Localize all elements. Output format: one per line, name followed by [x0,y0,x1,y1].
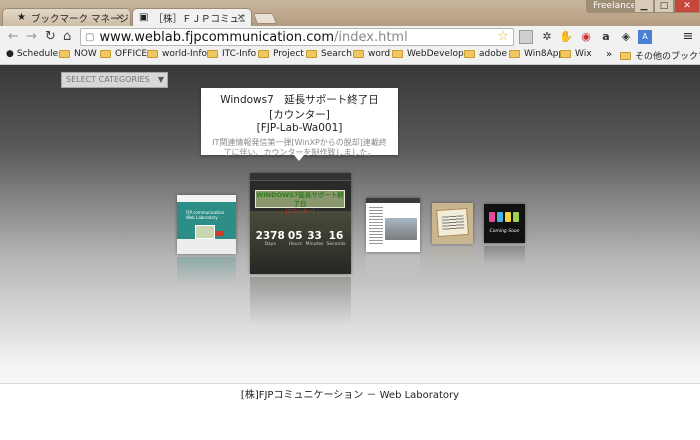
amazon-icon[interactable]: a [599,30,613,44]
bookmark-item[interactable]: ● Schedule [6,49,58,59]
gallery-thumbnail-card[interactable] [432,203,473,244]
thumbnail-banner: WINDOWS7延長サポート終了日 [カウンター] [255,190,345,215]
countdown-days: 2378 Days [255,230,285,247]
page-icon: ▢ [85,31,95,43]
tab-bookmark-manager[interactable]: ★ ブックマーク マネージャ × [2,8,131,26]
folder-icon [353,50,364,58]
tooltip-code: [FJP-Lab-Wa001] [256,122,343,134]
tab-fjp-communication[interactable]: ▣ ［株］ＦＪＰコミュニケーション × [132,8,252,26]
thumbnail-image [385,218,417,240]
extension-icon[interactable]: ✋ [559,30,573,44]
gear-icon[interactable]: ✲ [540,30,554,44]
thumbnail-image [195,225,215,239]
tooltip-description: IT関連情報発信第一弾[WinXPからの脱却]連載終了に伴い、カウンターを制作致… [212,138,387,157]
folder-icon [392,50,403,58]
shield-icon[interactable]: ◈ [619,30,633,44]
folder-icon [464,50,475,58]
bookmark-folder[interactable]: Project [258,49,304,59]
thumbnail-tooltip: Windows7 延長サポート終了日 [カウンター] [FJP-Lab-Wa00… [201,88,398,161]
tooltip-subtitle: [カウンター] [269,109,330,121]
thumbnail-header [250,173,351,181]
bookmark-star-icon[interactable]: ☆ [497,29,509,44]
forward-button[interactable]: → [26,29,37,44]
thumbnail-reflection [432,247,473,265]
folder-icon [207,50,218,58]
countdown-minutes: 33 Minutes [305,230,324,247]
window-titlebar: ★ ブックマーク マネージャ × ▣ ［株］ＦＪＰコミュニケーション × Fre… [0,0,700,26]
bookmark-folder[interactable]: ITC-Info [207,49,256,59]
bookmark-folder[interactable]: Search [306,49,352,59]
thumbnail-reflection [177,257,236,285]
minimize-button[interactable]: ▁ [634,0,654,13]
home-button[interactable]: ⌂ [63,29,71,44]
address-bar[interactable]: ▢ www.weblab.fjpcommunication.com/index.… [80,28,514,46]
bookmark-folder[interactable]: OFFICE [100,49,147,59]
close-icon[interactable]: × [116,12,124,23]
menu-icon[interactable]: ≡ [681,30,695,44]
site-favicon-icon: ▣ [139,12,149,23]
new-tab-button[interactable] [252,13,278,24]
countdown-timer: 2378 Days 05 Hours 33 Minutes 16 Seconds [250,230,351,247]
browser-toolbar: ← → ↻ ⌂ ▢ www.weblab.fjpcommunication.co… [0,26,700,48]
bookmark-folder[interactable]: adobe [464,49,507,59]
apple-icon: ● [6,49,14,59]
folder-icon [620,51,631,60]
reload-button[interactable]: ↻ [45,29,56,44]
page-content: SELECT CATEGORIES ▼ Windows7 延長サポート終了日 [… [0,65,700,440]
gallery-thumbnail-countdown[interactable]: WINDOWS7延長サポート終了日 [カウンター] 2378 Days 05 Hou… [250,173,351,274]
folder-icon [100,50,111,58]
folder-icon [306,50,317,58]
category-select[interactable]: SELECT CATEGORIES ▼ [61,72,168,88]
gallery-thumbnail-road[interactable] [366,198,420,252]
bookmark-folder[interactable]: NOW [59,49,97,59]
gallery-thumbnail-weblab[interactable]: FJP communication Web Laboratory [177,195,236,254]
bookmarks-overflow-button[interactable]: » [606,49,612,60]
thumbnail-badge [215,231,224,236]
footer-text: [株]FJPコミュニケーション － Web Laboratory [240,390,460,401]
thumbnail-caption: Coming Soon [489,229,520,234]
url-path: /index.html [334,29,408,45]
tooltip-title: Windows7 延長サポート終了日 [220,94,379,106]
gallery-thumbnail-coming-soon[interactable]: Coming Soon [484,204,525,243]
bookmark-folder[interactable]: Wix [560,49,592,59]
thumbnail-reflection [366,255,420,279]
folder-icon [509,50,520,58]
bookmarks-bar: ● Schedule NOW OFFICE world-Info ITC-Info… [0,48,700,65]
bookmark-folder[interactable]: Win8App [509,49,564,59]
other-bookmarks-folder[interactable]: その他のブックマーク [620,49,700,62]
extension-icon[interactable]: ◉ [579,30,593,44]
translate-icon[interactable]: A [638,30,652,44]
page-footer: [株]FJPコミュニケーション － Web Laboratory [0,383,700,440]
window-controls: ▁ □ ✕ [634,0,700,13]
close-icon[interactable]: × [237,12,245,23]
bookmark-folder[interactable]: WebDeveloper [392,49,473,59]
bookmark-folder[interactable]: world-Info [147,49,207,59]
folder-icon [560,50,571,58]
tab-title: ［株］ＦＪＰコミュニケーション [153,13,245,25]
folder-icon [59,50,70,58]
thumbnail-reflection [484,246,525,264]
extension-icon[interactable] [519,30,533,44]
window-close-button[interactable]: ✕ [674,0,700,13]
thumbnail-image [436,207,469,238]
folder-icon [258,50,269,58]
bookmark-folder[interactable]: word [353,49,390,59]
thumbnail-caption: FJP communication Web Laboratory [186,210,225,220]
url-host: www.weblab.fjpcommunication.com [99,29,335,45]
folder-icon [147,50,158,58]
countdown-seconds: 16 Seconds [326,230,346,247]
maximize-button[interactable]: □ [654,0,674,13]
star-icon: ★ [17,12,26,23]
chevron-down-icon: ▼ [157,75,164,84]
thumbnail-reflection [250,277,351,325]
back-button[interactable]: ← [8,29,19,44]
countdown-hours: 05 Hours [287,230,303,247]
